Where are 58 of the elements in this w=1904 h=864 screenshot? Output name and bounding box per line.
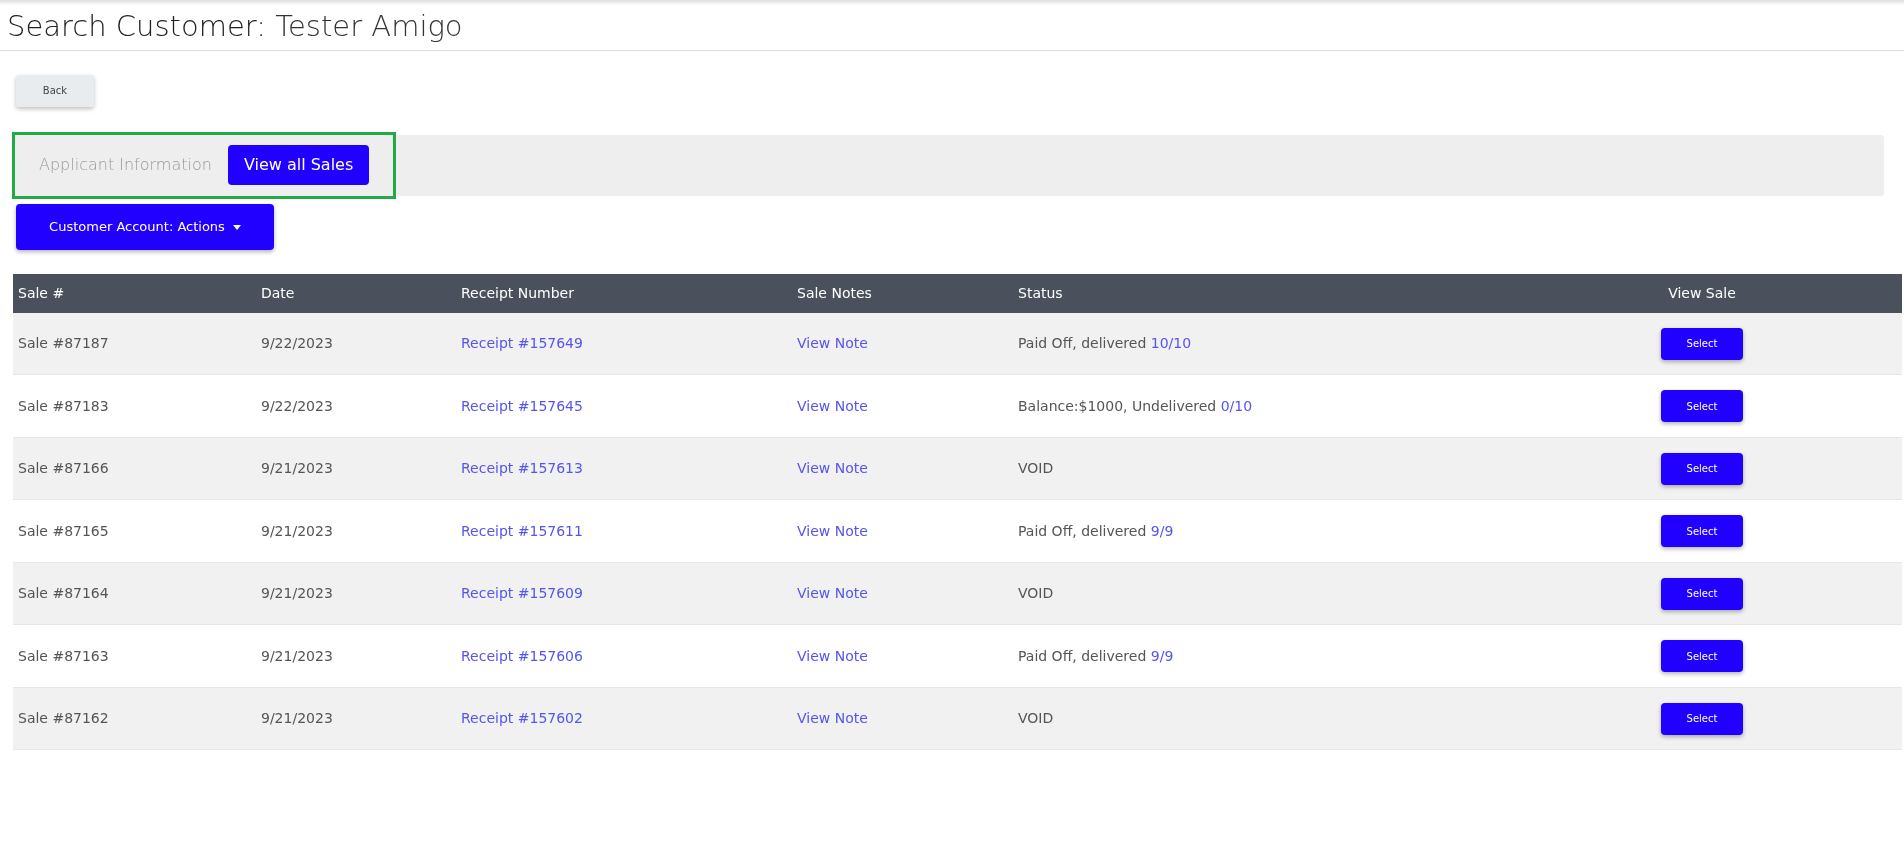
sale-number: Sale #87187 [18, 335, 109, 352]
page-title: Search Customer: Tester Amigo [0, 5, 1904, 51]
view-note-link[interactable]: View Note [797, 710, 868, 727]
customer-account-actions-dropdown[interactable]: Customer Account: Actions [16, 203, 274, 250]
select-button[interactable]: Select [1661, 640, 1743, 673]
sale-date: 9/21/2023 [261, 585, 333, 602]
column-header: Sale # [18, 284, 65, 301]
sale-status: Paid Off, delivered [1018, 522, 1147, 539]
select-button[interactable]: Select [1661, 327, 1743, 360]
applicant-information-label: Applicant Information [39, 154, 212, 177]
column-header: Status [1018, 284, 1063, 301]
select-button[interactable]: Select [1661, 577, 1743, 610]
caret-icon [232, 225, 241, 231]
column-header: Receipt Number [461, 284, 574, 301]
sale-status: Paid Off, delivered [1018, 335, 1147, 352]
column-header: Date [261, 284, 295, 301]
view-note-link[interactable]: View Note [797, 585, 868, 602]
select-button[interactable]: Select [1661, 702, 1743, 735]
receipt-link[interactable]: Receipt #157649 [461, 335, 583, 352]
view-note-link[interactable]: View Note [797, 522, 868, 539]
sale-date: 9/21/2023 [261, 460, 333, 477]
sale-status: VOID [1018, 460, 1054, 477]
view-note-link[interactable]: View Note [797, 335, 868, 352]
delivery-count-link[interactable]: 9/9 [1150, 647, 1174, 664]
receipt-link[interactable]: Receipt #157613 [461, 460, 583, 477]
sale-status: Balance:$1000, Undelivered [1018, 397, 1217, 414]
view-note-link[interactable]: View Note [797, 397, 868, 414]
sale-status: Paid Off, delivered [1018, 647, 1147, 664]
select-button[interactable]: Select [1661, 390, 1743, 423]
column-header: Sale Notes [797, 284, 872, 301]
receipt-link[interactable]: Receipt #157609 [461, 585, 583, 602]
delivery-count-link[interactable]: 9/9 [1150, 522, 1174, 539]
sale-date: 9/21/2023 [261, 522, 333, 539]
sale-date: 9/21/2023 [261, 647, 333, 664]
sale-status: VOID [1018, 585, 1054, 602]
receipt-link[interactable]: Receipt #157645 [461, 397, 583, 414]
sale-date: 9/22/2023 [261, 335, 333, 352]
sale-date: 9/22/2023 [261, 397, 333, 414]
delivery-count-link[interactable]: 10/10 [1150, 335, 1192, 352]
receipt-link[interactable]: Receipt #157606 [461, 647, 583, 664]
delivery-count-link[interactable]: 0/10 [1220, 397, 1253, 414]
receipt-link[interactable]: Receipt #157611 [461, 522, 583, 539]
sale-date: 9/21/2023 [261, 710, 333, 727]
view-note-link[interactable]: View Note [797, 460, 868, 477]
back-button[interactable]: Back [16, 74, 94, 107]
view-note-link[interactable]: View Note [797, 647, 868, 664]
receipt-link[interactable]: Receipt #157602 [461, 710, 583, 727]
sale-number: Sale #87165 [18, 522, 109, 539]
sale-number: Sale #87162 [18, 710, 109, 727]
select-button[interactable]: Select [1661, 452, 1743, 485]
view-all-sales-button[interactable]: View all Sales [227, 145, 370, 186]
sale-number: Sale #87164 [18, 585, 109, 602]
sale-number: Sale #87163 [18, 647, 109, 664]
column-header: View Sale [1668, 284, 1736, 301]
sale-number: Sale #87183 [18, 397, 109, 414]
sale-status: VOID [1018, 710, 1054, 727]
sale-number: Sale #87166 [18, 460, 109, 477]
select-button[interactable]: Select [1661, 515, 1743, 548]
